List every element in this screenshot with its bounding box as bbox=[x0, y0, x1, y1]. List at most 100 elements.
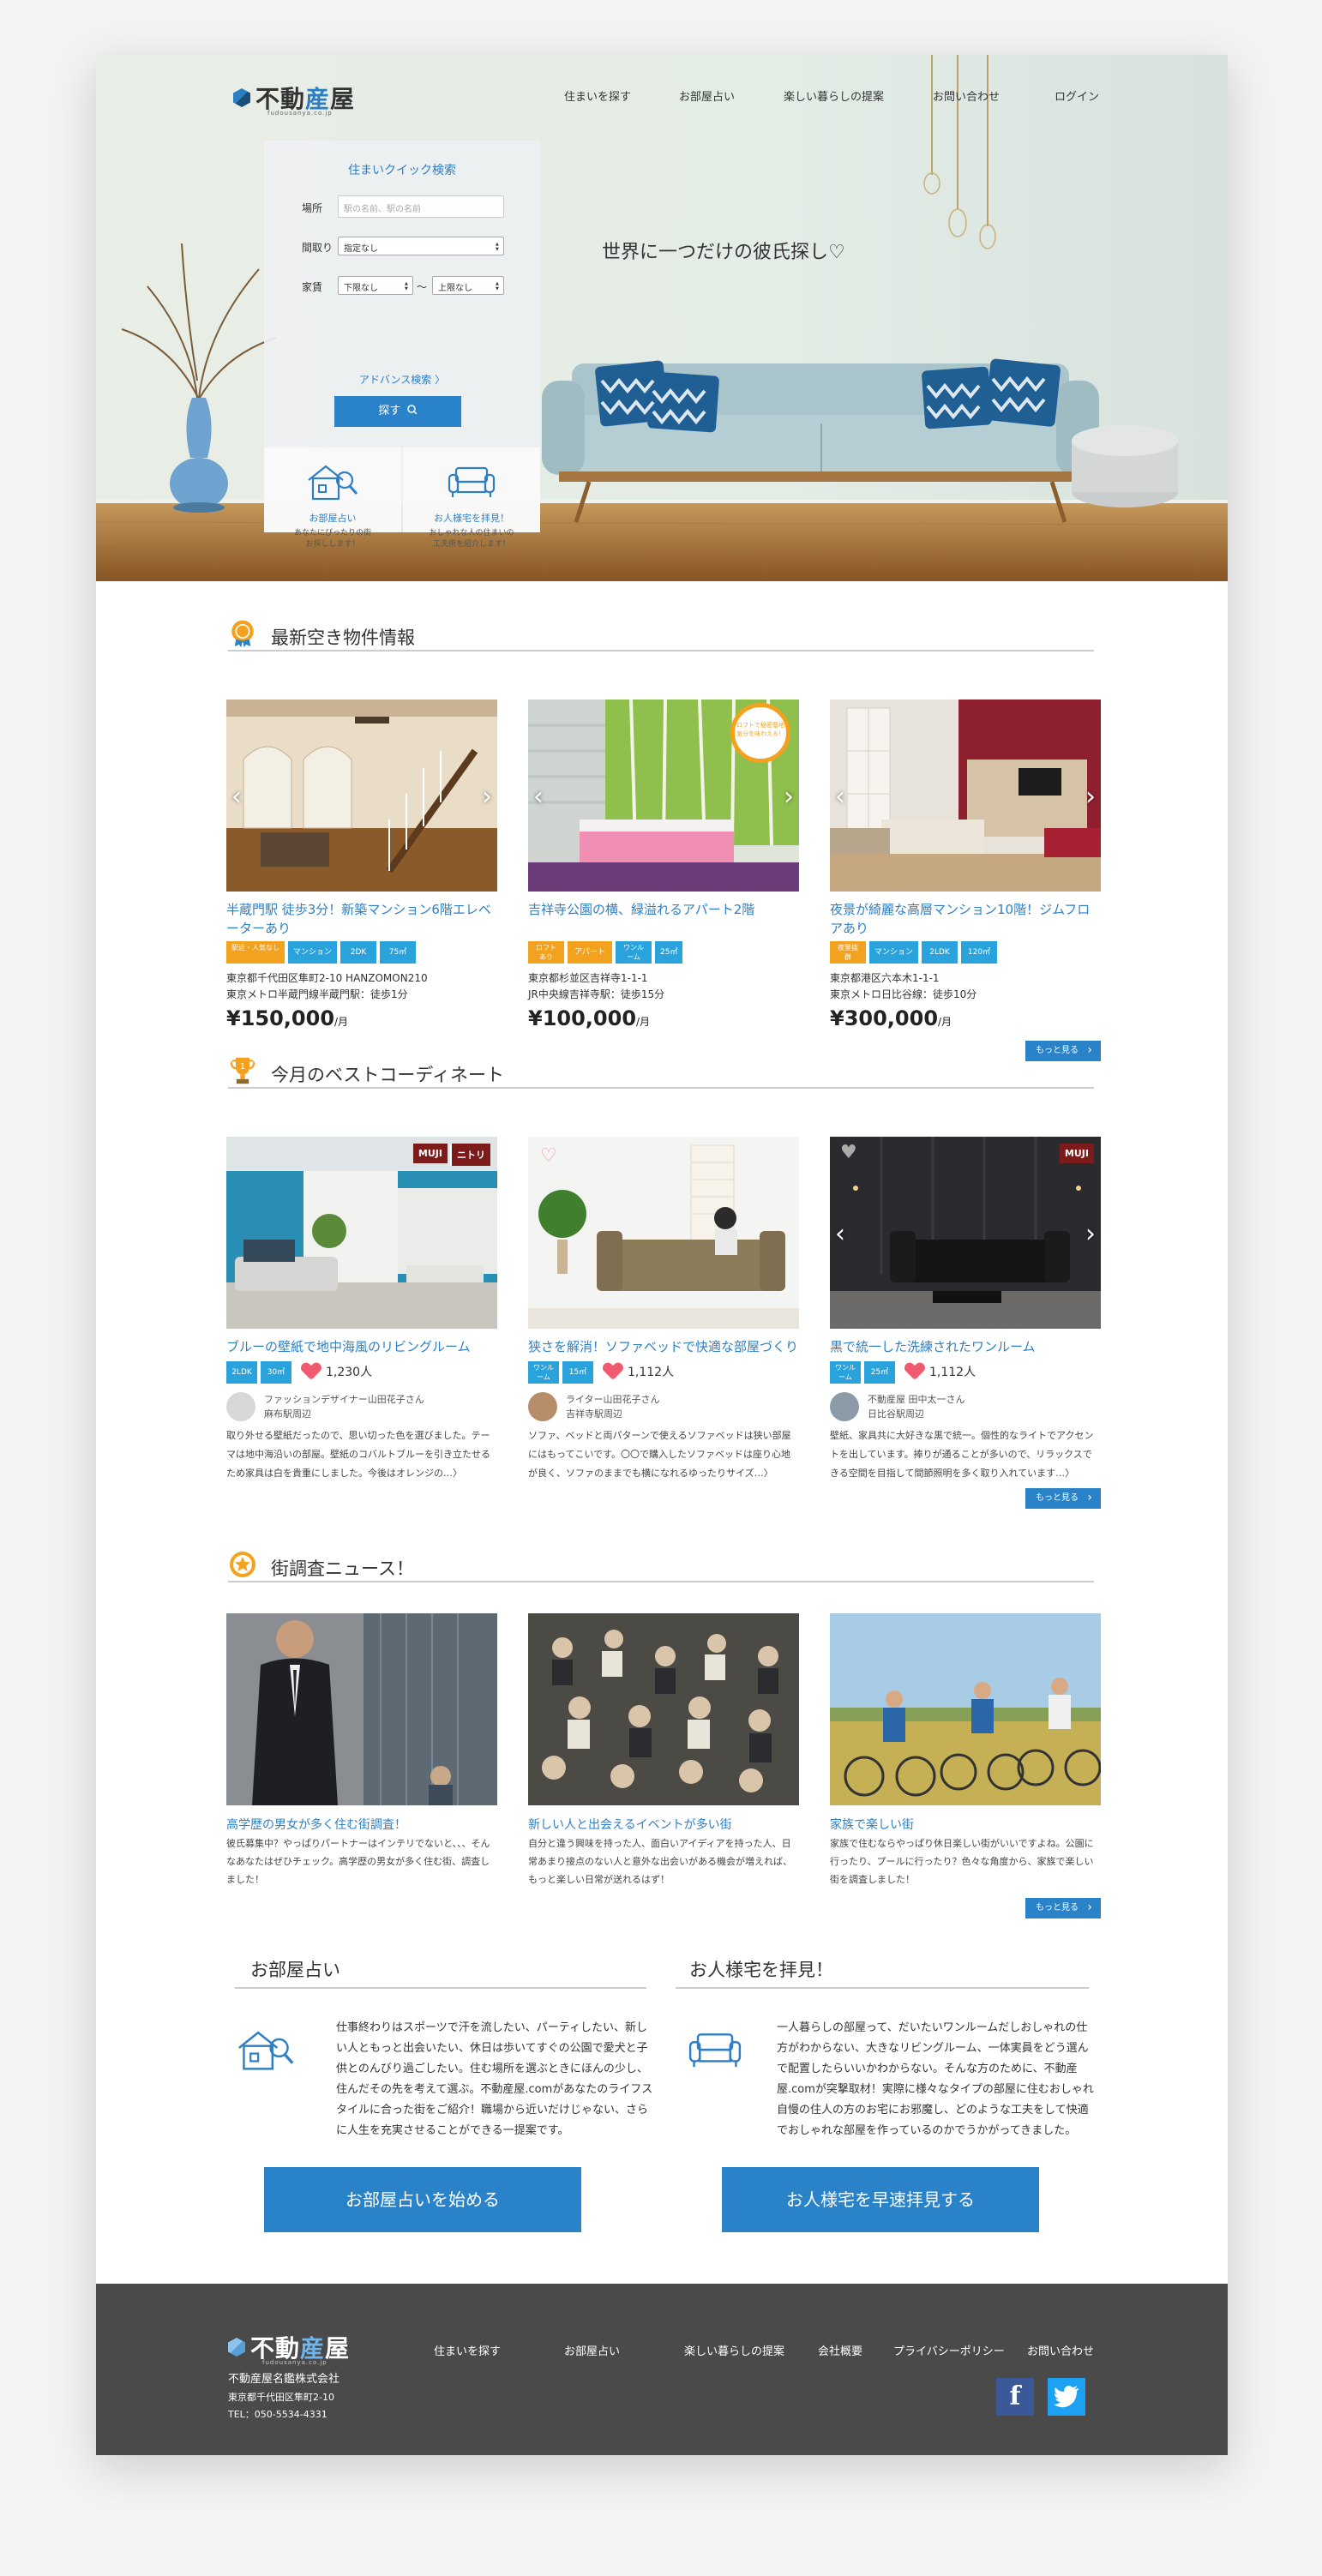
footer-link-privacy[interactable]: プライバシーポリシー bbox=[893, 2342, 1005, 2358]
tag: 2DK bbox=[340, 941, 377, 964]
tag: ロフトあり bbox=[528, 941, 564, 964]
like-counter[interactable]: 1,230人 bbox=[302, 1363, 372, 1380]
more-button-news[interactable]: もっと見る bbox=[1025, 1897, 1101, 1918]
brand-logo-nitori: ニトリ bbox=[450, 1144, 490, 1166]
news-title[interactable]: 新しい人と出会えるイベントが多い街 bbox=[528, 1816, 732, 1833]
coordinate-photo: MUJI ニトリ bbox=[226, 1137, 497, 1329]
avatar bbox=[226, 1392, 255, 1421]
layout-select[interactable]: 指定なし bbox=[338, 237, 504, 255]
news-photo bbox=[528, 1613, 799, 1805]
footer-link-contact[interactable]: お問い合わせ bbox=[1027, 2342, 1094, 2358]
property-photo: ‹ › bbox=[226, 700, 497, 892]
start-fortune-button[interactable]: お部屋占いを始める bbox=[264, 2167, 581, 2232]
quick-search-title: 住まいクイック検索 bbox=[348, 164, 456, 177]
location-input[interactable]: 駅の名前、駅の名前 bbox=[338, 195, 504, 218]
logo[interactable]: 不動産屋 fudousanya.co.jp bbox=[233, 81, 355, 117]
section-best-title: 今月のベストコーディネート bbox=[271, 1065, 504, 1085]
promo-visit-card[interactable]: お人様宅を拝見！ おしゃれな人の住まいの 工夫術を紹介します！ bbox=[403, 447, 540, 549]
carousel-prev-icon[interactable]: ‹ bbox=[835, 1219, 845, 1249]
rent-min-select[interactable]: 下限なし bbox=[338, 276, 413, 295]
tag: 2LDK bbox=[226, 1361, 257, 1384]
property-tags: 駅近・人気なし マンション 2DK 75㎡ bbox=[226, 941, 417, 964]
property-price: ¥100,000/月 bbox=[528, 1006, 651, 1030]
tag: ワンルーム bbox=[830, 1361, 861, 1384]
tag: 30㎡ bbox=[261, 1361, 291, 1384]
nav-fortune[interactable]: お部屋占い bbox=[679, 87, 735, 104]
nav-contact[interactable]: お問い合わせ bbox=[933, 87, 1000, 104]
heart-icon bbox=[604, 1363, 622, 1380]
promo-visit-text: おしゃれな人の住まいの 工夫術を紹介します！ bbox=[429, 529, 514, 549]
nav-find-home[interactable]: 住まいを探す bbox=[564, 87, 631, 104]
rent-separator: 〜 bbox=[417, 281, 428, 293]
trophy-icon: 1 bbox=[230, 1057, 255, 1084]
like-count: 1,112人 bbox=[628, 1366, 675, 1379]
carousel-next-icon[interactable]: › bbox=[482, 782, 492, 812]
sofa-icon bbox=[688, 2033, 742, 2068]
like-count: 1,112人 bbox=[929, 1366, 976, 1379]
coordinate-desc: 取り外せる壁紙だったので、思い切った色を選びました。テーマは地中海沿いの部屋。壁… bbox=[226, 1430, 490, 1479]
footer-logo[interactable]: 不動産屋 fudousanya.co.jp bbox=[228, 2330, 350, 2366]
search-button-label: 探す bbox=[378, 405, 401, 417]
carousel-next-icon[interactable]: › bbox=[1085, 782, 1096, 812]
logo-subtext: fudousanya.co.jp bbox=[267, 110, 333, 117]
facebook-icon[interactable]: f bbox=[996, 2378, 1034, 2416]
property-price: ¥150,000/月 bbox=[226, 1006, 349, 1030]
promo-fortune-title: お部屋占い bbox=[309, 513, 357, 524]
section-news-header: 街調査ニュース！ bbox=[228, 1550, 1094, 1582]
promo-fortune-card[interactable]: お部屋占い あなたにぴったりの街 お探しします！ bbox=[264, 447, 401, 549]
favorite-heart-icon[interactable]: ♥ bbox=[840, 1142, 857, 1163]
tag: 120㎡ bbox=[961, 941, 998, 964]
property-title[interactable]: 夜景が綺麗な高層マンション10階！ジムフロアあり bbox=[830, 900, 1101, 938]
coordinate-desc: 壁紙、家具共に大好きな黒で統一。個性的なライトでアクセントを出しています。捧りが… bbox=[830, 1430, 1094, 1479]
tag: マンション bbox=[288, 941, 338, 964]
search-icon bbox=[406, 405, 418, 415]
heart-icon bbox=[302, 1363, 321, 1380]
quick-search-panel: 住まいクイック検索 場所 駅の名前、駅の名前 間取り 指定なし 家賃 下限なし … bbox=[264, 141, 540, 549]
footer-link-lifestyle[interactable]: 楽しい暮らしの提案 bbox=[684, 2342, 784, 2358]
nav-login[interactable]: ログイン bbox=[1055, 87, 1099, 104]
footer-tel: TEL：050-5534-4331 bbox=[228, 2409, 327, 2420]
loft-ribbon-badge: ロフトで秘密基地気分を味わえる！ bbox=[730, 703, 790, 763]
nav-lifestyle[interactable]: 楽しい暮らしの提案 bbox=[784, 87, 884, 104]
coordinate-title[interactable]: 黒で統一した洗練されたワンルーム bbox=[830, 1337, 1101, 1356]
property-title[interactable]: 吉祥寺公園の横、緑溢れるアパート2階 bbox=[528, 900, 799, 919]
avatar bbox=[830, 1392, 859, 1421]
promo-visit-title: お人様宅を拝見！ bbox=[434, 513, 509, 524]
carousel-next-icon[interactable]: › bbox=[1085, 1219, 1096, 1249]
new-badge-icon bbox=[231, 620, 254, 648]
author-info: ファッションデザイナー山田花子さん 麻布駅周辺 bbox=[264, 1394, 424, 1420]
coordinate-tags: 2LDK 30㎡ bbox=[226, 1361, 291, 1384]
footer-link-company[interactable]: 会社概要 bbox=[818, 2342, 862, 2358]
author: ファッションデザイナー山田花子さん 麻布駅周辺 bbox=[226, 1392, 424, 1421]
visit-heading: お人様宅を拝見！ bbox=[689, 1960, 833, 1980]
more-button-coordinates[interactable]: もっと見る bbox=[1025, 1487, 1101, 1509]
like-counter[interactable]: 1,112人 bbox=[905, 1363, 976, 1380]
news-title[interactable]: 家族で楽しい街 bbox=[830, 1816, 914, 1833]
fortune-heading: お部屋占い bbox=[250, 1960, 340, 1980]
layout-label: 間取り bbox=[302, 242, 334, 254]
logo-cube-icon bbox=[228, 2338, 245, 2357]
carousel-prev-icon[interactable]: ‹ bbox=[231, 782, 242, 812]
carousel-next-icon[interactable]: › bbox=[784, 782, 794, 812]
footer-link-find-home[interactable]: 住まいを探す bbox=[434, 2342, 501, 2358]
coordinate-title[interactable]: 狭さを解消！ソファベッドで快適な部屋づくり bbox=[528, 1337, 799, 1356]
search-button[interactable]: 探す bbox=[334, 396, 461, 427]
footer-link-fortune[interactable]: お部屋占い bbox=[564, 2342, 620, 2358]
like-counter[interactable]: 1,112人 bbox=[604, 1363, 674, 1380]
rent-max-select[interactable]: 上限なし bbox=[432, 276, 504, 295]
avatar bbox=[528, 1392, 557, 1421]
twitter-icon[interactable] bbox=[1048, 2378, 1085, 2416]
news-title[interactable]: 高学歴の男女が多く住む街調査！ bbox=[226, 1816, 406, 1833]
like-count: 1,230人 bbox=[326, 1366, 373, 1379]
news-desc: 彼氏募集中？やっぱりパートナーはインテリでないと、、、そんなあなたはぜひチェック… bbox=[226, 1838, 490, 1885]
carousel-prev-icon[interactable]: ‹ bbox=[835, 782, 845, 812]
property-title[interactable]: 半蔵門駅 徒歩3分！新築マンション6階エレベーターあり bbox=[226, 900, 497, 938]
heart-icon bbox=[905, 1363, 924, 1380]
carousel-prev-icon[interactable]: ‹ bbox=[533, 782, 544, 812]
footer-company: 不動産屋名鑑株式会社 bbox=[228, 2373, 340, 2386]
author-info: 不動産屋 田中太一さん 日比谷駅周辺 bbox=[868, 1394, 965, 1420]
favorite-heart-icon[interactable]: ♡ bbox=[540, 1145, 557, 1167]
advanced-search-link[interactable]: アドバンス検索 〉 bbox=[264, 372, 540, 387]
coordinate-title[interactable]: ブルーの壁紙で地中海風のリビングルーム bbox=[226, 1337, 497, 1356]
visit-homes-button[interactable]: お人様宅を早速拝見する bbox=[722, 2167, 1039, 2232]
